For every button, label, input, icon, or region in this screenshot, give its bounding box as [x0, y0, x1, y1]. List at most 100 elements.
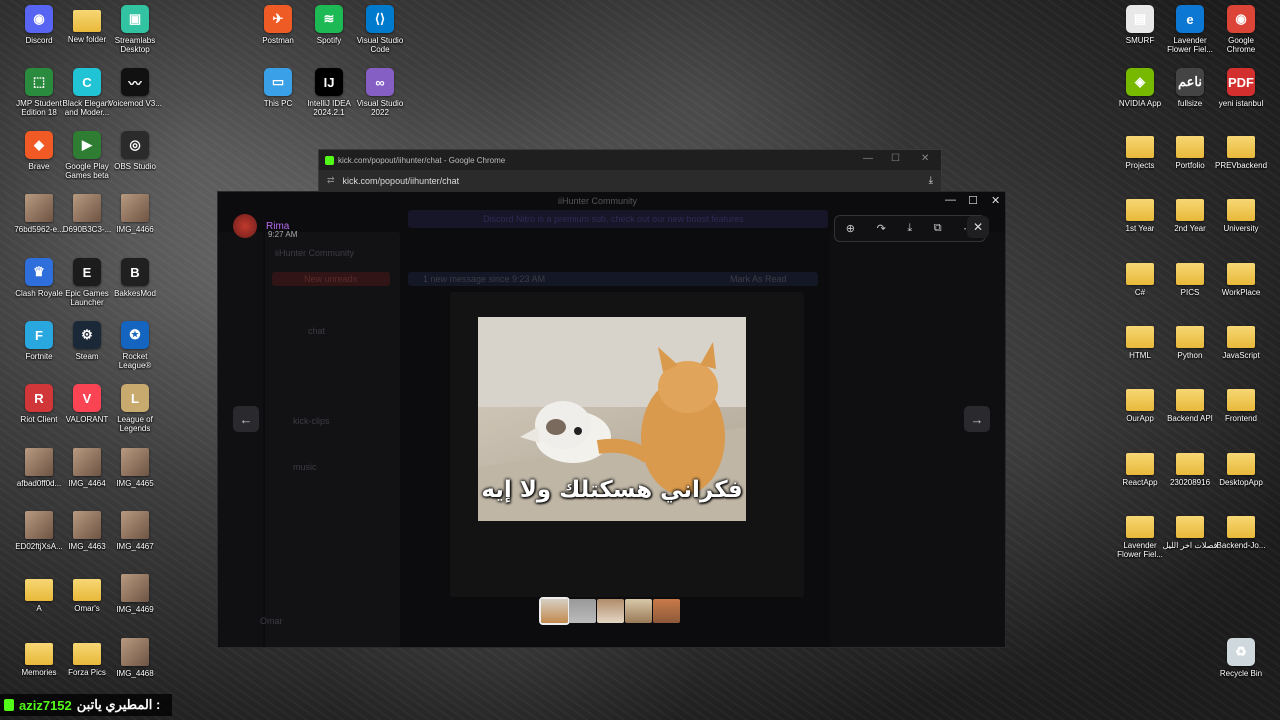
desktop-icon-backend-jo[interactable]: Backend-Jo... — [1213, 511, 1269, 550]
minimize-icon[interactable]: — — [945, 194, 956, 206]
app-icon: ▭ — [264, 68, 292, 96]
app-icon: ⬚ — [25, 68, 53, 96]
minimize-icon[interactable]: — — [863, 153, 873, 164]
image-thumbnail-strip — [539, 597, 680, 625]
chrome-title-bar[interactable]: kick.com/popout/iihunter/chat - Google C… — [319, 150, 941, 170]
desktop-icon-voicemod-v3[interactable]: 〰 Voicemod V3... — [107, 68, 163, 108]
desktop-icon-obs-studio[interactable]: ◎ OBS Studio — [107, 131, 163, 171]
chrome-popout-window[interactable]: kick.com/popout/iihunter/chat - Google C… — [318, 149, 942, 193]
desktop-icon-item[interactable]: فصلات اخر الليل — [1162, 511, 1218, 550]
desktop-icon-workplace[interactable]: WorkPlace — [1213, 258, 1269, 297]
maximize-icon[interactable]: ☐ — [968, 194, 978, 207]
desktop-icon-label: University — [1223, 224, 1259, 233]
channel-kick-clips: kick-clips — [293, 416, 330, 426]
desktop-icon-c[interactable]: C# — [1112, 258, 1168, 297]
desktop-icon-label: Visual Studio 2022 — [356, 99, 404, 117]
thumbnail-3[interactable] — [597, 599, 624, 623]
server-rail — [218, 232, 263, 647]
image-thumbnail-icon — [25, 511, 53, 539]
desktop-icon-2nd-year[interactable]: 2nd Year — [1162, 194, 1218, 233]
desktop-icon-html[interactable]: HTML — [1112, 321, 1168, 360]
desktop-icon-lavender-flower-fiel[interactable]: e Lavender Flower Fiel... — [1162, 5, 1218, 54]
desktop-icon-pics[interactable]: PICS — [1162, 258, 1218, 297]
maximize-icon[interactable]: ☐ — [891, 153, 900, 164]
desktop-icon-1st-year[interactable]: 1st Year — [1112, 194, 1168, 233]
desktop-icon-recycle-bin[interactable]: ♻ Recycle Bin — [1213, 638, 1269, 678]
meme-image[interactable]: فكراني هسكتلك ولا إيه — [478, 317, 746, 521]
desktop-icon-label: OurApp — [1126, 414, 1154, 423]
desktop-icon-label: Lavender Flower Fiel... — [1117, 541, 1163, 559]
desktop-icon-yeni-istanbul[interactable]: PDF yeni istanbul — [1213, 68, 1269, 108]
desktop-icon-label: Brave — [28, 162, 50, 171]
desktop-icon-img-4468[interactable]: IMG_4468 — [107, 638, 163, 678]
desktop-icon-prevbackend[interactable]: PREVbackend — [1213, 131, 1269, 170]
close-viewer-button[interactable]: ✕ — [967, 216, 989, 238]
forward-icon[interactable]: ↷ — [877, 222, 886, 235]
desktop-icon-label: Clash Royale — [15, 289, 63, 298]
desktop-icon-portfolio[interactable]: Portfolio — [1162, 131, 1218, 170]
desktop-icon-img-4469[interactable]: IMG_4469 — [107, 574, 163, 614]
desktop-icon-streamlabs-desktop[interactable]: ▣ Streamlabs Desktop — [107, 5, 163, 54]
address-bar[interactable]: ⇄ kick.com/popout/iihunter/chat ⤓ — [319, 170, 941, 191]
desktop-icon-label: Riot Client — [20, 415, 58, 424]
previous-image-button[interactable]: ← — [233, 406, 259, 432]
zoom-in-icon[interactable]: ⊕ — [846, 222, 855, 235]
app-icon: ≋ — [315, 5, 343, 33]
desktop-icon-label: Projects — [1125, 161, 1155, 170]
folder-icon — [73, 579, 101, 601]
desktop-icon-rocket-league[interactable]: ✪ Rocket League® — [107, 321, 163, 370]
desktop-icon-google-chrome[interactable]: ◉ Google Chrome — [1213, 5, 1269, 54]
thumbnail-5[interactable] — [653, 599, 680, 623]
thumbnail-4[interactable] — [625, 599, 652, 623]
desktop-icon-desktopapp[interactable]: DesktopApp — [1213, 448, 1269, 487]
desktop-icon-visual-studio-2022[interactable]: ∞ Visual Studio 2022 — [352, 68, 408, 117]
next-image-button[interactable]: → — [964, 406, 990, 432]
desktop-icon-intellij-idea-2024-2-1[interactable]: IJ IntelliJ IDEA 2024.2.1 — [301, 68, 357, 117]
desktop-icon-projects[interactable]: Projects — [1112, 131, 1168, 170]
thumbnail-1[interactable] — [539, 597, 570, 625]
desktop-icon-python[interactable]: Python — [1162, 321, 1218, 360]
desktop-icon-img-4466[interactable]: IMG_4466 — [107, 194, 163, 234]
desktop-icon-smurf[interactable]: ▤ SMURF — [1112, 5, 1168, 45]
thumbnail-2[interactable] — [569, 599, 596, 623]
open-external-icon[interactable]: ⧉ — [934, 222, 942, 235]
app-icon: ▶ — [73, 131, 101, 159]
desktop-icon-img-4465[interactable]: IMG_4465 — [107, 448, 163, 488]
close-icon[interactable]: ✕ — [921, 153, 929, 164]
discord-window: iiHunter Community — ☐ ✕ iiHunter Commun… — [217, 191, 1006, 648]
folder-icon — [1176, 389, 1204, 411]
desktop-icon-img-4467[interactable]: IMG_4467 — [107, 511, 163, 551]
download-icon[interactable]: ⤓ — [929, 175, 933, 186]
desktop-icon-visual-studio-code[interactable]: ⟨⟩ Visual Studio Code — [352, 5, 408, 54]
close-window-icon[interactable]: ✕ — [991, 194, 1000, 207]
desktop-icon-ourapp[interactable]: OurApp — [1112, 384, 1168, 423]
desktop-icon-spotify[interactable]: ≋ Spotify — [301, 5, 357, 45]
desktop-icon-label: BakkesMod — [114, 289, 156, 298]
folder-icon — [1176, 136, 1204, 158]
desktop-icon-230208916[interactable]: 230208916 — [1162, 448, 1218, 487]
desktop-icon-bakkesmod[interactable]: B BakkesMod — [107, 258, 163, 298]
desktop-icon-league-of-legends[interactable]: L League of Legends — [107, 384, 163, 433]
desktop-icon-lavender-flower-fiel[interactable]: Lavender Flower Fiel... — [1112, 511, 1168, 559]
desktop-icon-label: Omar's — [74, 604, 100, 613]
folder-icon — [1176, 263, 1204, 285]
desktop-icon-university[interactable]: University — [1213, 194, 1269, 233]
desktop-icon-reactapp[interactable]: ReactApp — [1112, 448, 1168, 487]
desktop-icon-javascript[interactable]: JavaScript — [1213, 321, 1269, 360]
app-icon: ♛ — [25, 258, 53, 286]
desktop-icon-backend-api[interactable]: Backend API — [1162, 384, 1218, 423]
desktop-icon-postman[interactable]: ✈ Postman — [250, 5, 306, 45]
app-icon: ◈ — [1126, 68, 1154, 96]
discord-window-title: iiHunter Community — [558, 196, 638, 206]
desktop-icon-frontend[interactable]: Frontend — [1213, 384, 1269, 423]
desktop-icon-label: ReactApp — [1122, 478, 1158, 487]
download-icon[interactable]: ⤓ — [907, 222, 912, 235]
app-icon: ناعم — [1176, 68, 1204, 96]
site-info-icon[interactable]: ⇄ — [327, 175, 335, 186]
desktop-icon-nvidia-app[interactable]: ◈ NVIDIA App — [1112, 68, 1168, 108]
desktop-icon-this-pc[interactable]: ▭ This PC — [250, 68, 306, 108]
unread-bar-text: 1 new message since 9:23 AM — [423, 274, 546, 284]
desktop-icon-label: OBS Studio — [114, 162, 156, 171]
desktop-icon-fullsize[interactable]: ناعم fullsize — [1162, 68, 1218, 108]
avatar[interactable] — [233, 214, 257, 238]
